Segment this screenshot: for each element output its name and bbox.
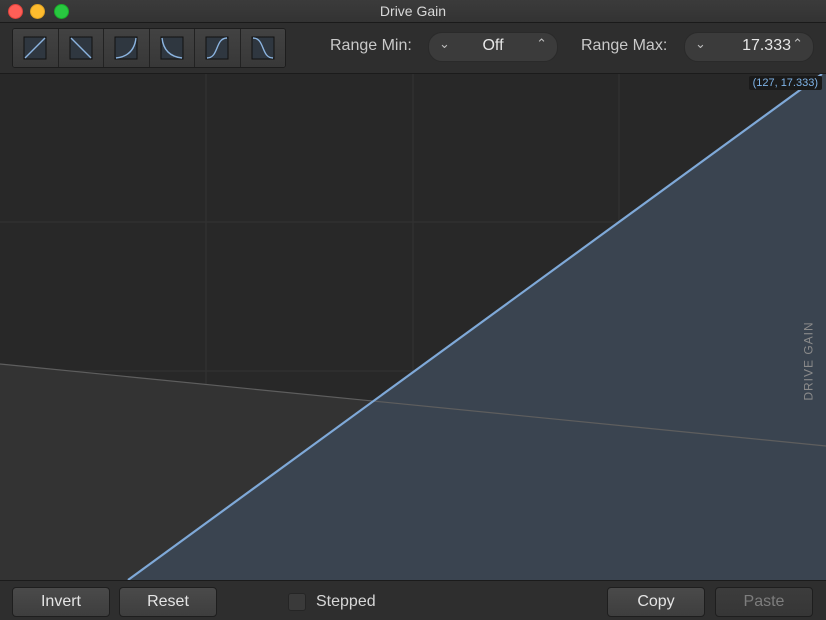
curve-preset-group bbox=[12, 28, 286, 68]
linear-up-curve-button[interactable] bbox=[13, 29, 59, 67]
chevron-up-icon[interactable]: ⌃ bbox=[792, 36, 803, 52]
s-curve-down-button[interactable] bbox=[240, 29, 285, 67]
range-min-label: Range Min: bbox=[330, 37, 412, 54]
s-curve-up-icon bbox=[205, 36, 229, 60]
exp-down-curve-button[interactable] bbox=[149, 29, 195, 67]
range-max-stepper[interactable]: ⌄ 17.333 ⌃ bbox=[684, 32, 814, 62]
exp-down-icon bbox=[160, 36, 184, 60]
axis-label: DRIVE GAIN bbox=[801, 321, 816, 401]
s-curve-down-icon bbox=[251, 36, 275, 60]
bottom-bar: Invert Reset Stepped Copy Paste bbox=[0, 580, 826, 620]
range-max-value: 17.333 bbox=[742, 37, 791, 54]
copy-button[interactable]: Copy bbox=[607, 587, 705, 617]
stepped-label: Stepped bbox=[316, 593, 376, 610]
stepped-checkbox[interactable] bbox=[288, 593, 306, 611]
exp-up-icon bbox=[114, 36, 138, 60]
linear-up-icon bbox=[23, 36, 47, 60]
curve-graph-canvas[interactable] bbox=[0, 74, 826, 580]
reset-button[interactable]: Reset bbox=[119, 587, 217, 617]
coordinate-readout: (127, 17.333) bbox=[748, 76, 822, 90]
toolbar: Range Min: ⌄ Off ⌃ Range Max: ⌄ 17.333 ⌃ bbox=[0, 23, 826, 74]
range-max-label: Range Max: bbox=[581, 37, 668, 54]
title-bar: Drive Gain bbox=[0, 0, 826, 23]
window-title: Drive Gain bbox=[379, 3, 447, 19]
drive-gain-window: Drive Gain Range Min: ⌄ Off ⌃ Range Max:… bbox=[0, 0, 826, 620]
linear-down-curve-button[interactable] bbox=[58, 29, 104, 67]
linear-down-icon bbox=[69, 36, 93, 60]
chevron-down-icon[interactable]: ⌄ bbox=[695, 36, 706, 52]
invert-button[interactable]: Invert bbox=[12, 587, 110, 617]
s-curve-up-button[interactable] bbox=[195, 29, 241, 67]
range-min-stepper[interactable]: ⌄ Off ⌃ bbox=[428, 32, 558, 62]
exp-up-curve-button[interactable] bbox=[104, 29, 150, 67]
paste-button[interactable]: Paste bbox=[715, 587, 813, 617]
chevron-up-icon[interactable]: ⌃ bbox=[536, 36, 547, 52]
curve-editor-graph[interactable]: (127, 17.333) DRIVE GAIN bbox=[0, 74, 826, 580]
